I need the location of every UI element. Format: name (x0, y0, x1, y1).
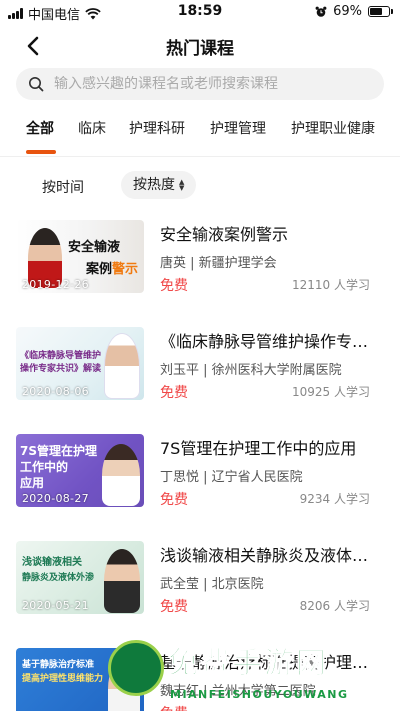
search-bar[interactable] (16, 68, 384, 100)
course-title: 7S管理在护理工作中的应用 (160, 439, 357, 458)
thumb-text-line: 案例警示 (86, 262, 138, 278)
tab-clinical[interactable]: 临床 (78, 118, 106, 138)
watermark-logo-icon (108, 640, 164, 696)
course-title: 《临床静脉导管维护操作专家共识》解读 (160, 332, 375, 351)
tab-all[interactable]: 全部 (26, 118, 54, 138)
learner-count: 8206 人学习 (299, 599, 370, 613)
teacher-org: 新疆护理学会 (198, 256, 277, 271)
teacher-photo (104, 333, 140, 399)
battery-icon (368, 6, 393, 17)
thumb-text-line: 应用 (20, 476, 45, 490)
search-input[interactable] (54, 76, 364, 92)
status-right: 69% (315, 4, 393, 19)
teacher-org: 辽宁省人民医院 (211, 470, 303, 485)
status-bar: 中国电信 18:59 69% (0, 0, 400, 24)
teacher-photo (104, 549, 140, 613)
course-meta: 武全莹 | 北京医院 (160, 577, 264, 592)
search-icon (29, 77, 44, 92)
thumb-text-line: 浅谈输液相关 (22, 557, 82, 568)
sort-bar: 按时间 按热度 ▲ ▼ (0, 170, 400, 200)
course-price: 免费 (160, 492, 188, 508)
thumb-date: 2020-08-27 (22, 492, 89, 505)
course-meta: 丁思悦 | 辽宁省人民医院 (160, 470, 303, 485)
thumb-text-line: 提高护理性思维能力 (22, 674, 104, 684)
learner-count: 12110 人学习 (292, 278, 370, 292)
teacher-name: 刘玉平 (160, 363, 200, 378)
course-meta: 刘玉平 | 徐州医科大学附属医院 (160, 363, 342, 378)
sort-by-time-button[interactable]: 按时间 (42, 177, 84, 197)
divider (0, 156, 400, 157)
course-thumbnail: 安全输液 案例警示 2019-12-26 (16, 220, 144, 293)
course-price: 免费 (160, 599, 188, 615)
watermark-text: 免费手游网 (168, 646, 328, 682)
thumb-text-line: 基于静脉治疗标准 (22, 660, 95, 670)
course-item[interactable]: 7S管理在护理 工作中的 应用 2020-08-27 7S管理在护理工作中的应用… (0, 434, 400, 514)
thumb-text-line: 工作中的 (20, 460, 69, 474)
alarm-icon (315, 6, 327, 17)
battery-percent: 69% (333, 4, 362, 19)
sort-by-hot-button[interactable]: 按热度 ▲ ▼ (121, 171, 197, 199)
thumb-date: 2019-12-26 (22, 278, 89, 291)
course-item[interactable]: 安全输液 案例警示 2019-12-26 安全输液案例警示 唐英 | 新疆护理学… (0, 220, 400, 300)
tab-nursing-management[interactable]: 护理管理 (210, 118, 266, 138)
site-watermark: 免费手游网 MIANFEISHOUYOUWANG (108, 636, 400, 711)
page-title: 热门课程 (166, 39, 234, 59)
course-title: 浅谈输液相关静脉炎及液体外渗 (160, 546, 375, 565)
course-item[interactable]: 《临床静脉导管维护 操作专家共识》解读 2020-08-06 《临床静脉导管维护… (0, 327, 400, 407)
course-thumbnail: 7S管理在护理 工作中的 应用 2020-08-27 (16, 434, 144, 507)
tab-nursing-research[interactable]: 护理科研 (129, 118, 185, 138)
teacher-org: 北京医院 (211, 577, 264, 592)
watermark-subtext: MIANFEISHOUYOUWANG (170, 688, 349, 701)
teacher-org: 徐州医科大学附属医院 (211, 363, 342, 378)
nav-bar: 热门课程 (0, 26, 400, 64)
teacher-name: 武全莹 (160, 577, 200, 592)
thumb-text-line: 7S管理在护理 (20, 444, 97, 458)
category-tabs: 全部 临床 护理科研 护理管理 护理职业健康 (0, 118, 400, 154)
thumb-date: 2020-05-21 (22, 599, 89, 612)
teacher-name: 唐英 (160, 256, 187, 271)
course-title: 安全输液案例警示 (160, 225, 289, 244)
course-meta: 唐英 | 新疆护理学会 (160, 256, 277, 271)
course-thumbnail: 《临床静脉导管维护 操作专家共识》解读 2020-08-06 (16, 327, 144, 400)
thumb-text-line: 静脉炎及液体外渗 (22, 573, 95, 583)
active-tab-indicator (26, 150, 56, 154)
learner-count: 10925 人学习 (292, 385, 370, 399)
course-price: 免费 (160, 385, 188, 401)
thumb-text-part: 案例警示 (86, 262, 139, 277)
thumb-text-line: 操作专家共识》解读 (20, 364, 102, 374)
teacher-name: 丁思悦 (160, 470, 200, 485)
course-price: 免费 (160, 278, 188, 294)
learner-count: 9234 人学习 (299, 492, 370, 506)
course-item[interactable]: 浅谈输液相关 静脉炎及液体外渗 2020-05-21 浅谈输液相关静脉炎及液体外… (0, 541, 400, 621)
thumb-text-line: 《临床静脉导管维护 (20, 351, 102, 361)
thumb-text-line: 安全输液 (68, 240, 121, 255)
thumb-date: 2020-08-06 (22, 385, 89, 398)
tab-occupational-health[interactable]: 护理职业健康 (291, 118, 375, 138)
course-thumbnail: 浅谈输液相关 静脉炎及液体外渗 2020-05-21 (16, 541, 144, 614)
sort-arrows-icon: ▲ ▼ (179, 178, 185, 192)
sort-by-hot-label: 按热度 (133, 177, 175, 193)
teacher-photo (102, 444, 140, 506)
